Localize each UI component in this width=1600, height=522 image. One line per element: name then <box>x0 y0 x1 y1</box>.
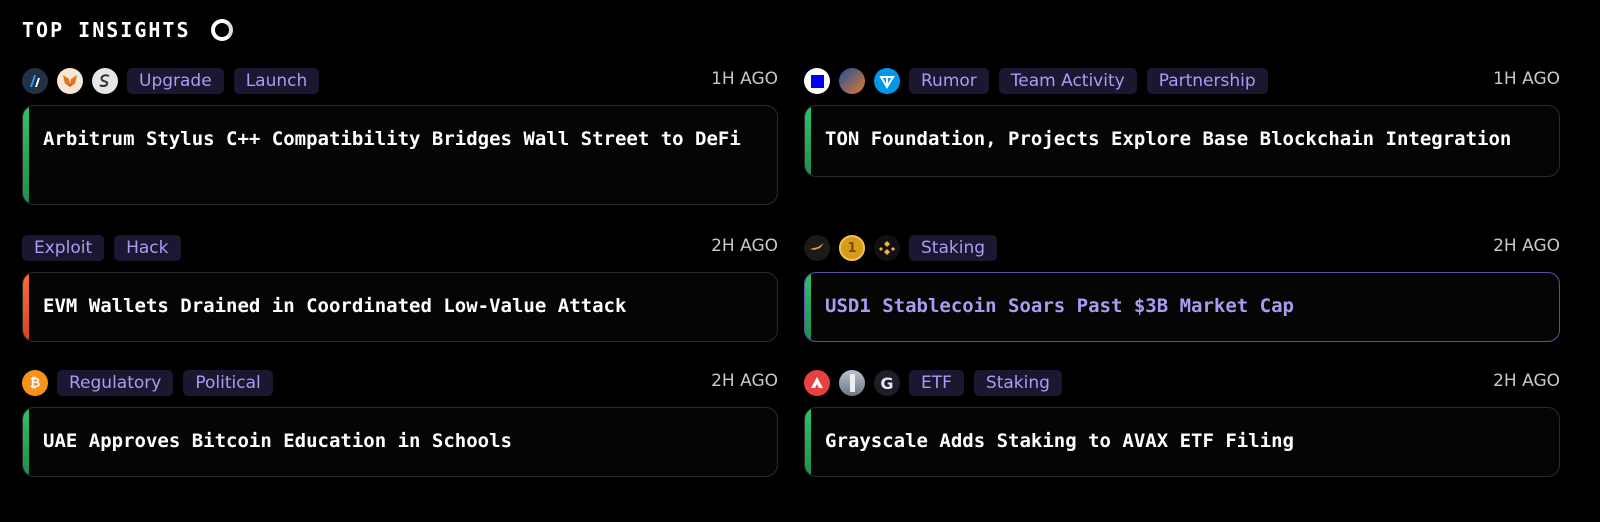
timestamp: 2H AGO <box>1493 371 1560 391</box>
tag[interactable]: Regulatory <box>57 370 174 396</box>
insight-headline: USD1 Stablecoin Soars Past $3B Market Ca… <box>825 295 1294 317</box>
tag[interactable]: Upgrade <box>127 68 224 94</box>
insight-card[interactable]: Grayscale Adds Staking to AVAX ETF Filin… <box>804 407 1560 477</box>
insight-headline: Arbitrum Stylus C++ Compatibility Bridge… <box>43 128 741 150</box>
metamask-icon <box>57 68 83 94</box>
timestamp: 2H AGO <box>711 236 778 256</box>
tag[interactable]: Political <box>183 370 273 396</box>
tag[interactable]: ETF <box>909 370 964 396</box>
insight-headline: UAE Approves Bitcoin Education in School… <box>43 430 512 452</box>
sentiment-bar <box>805 273 811 341</box>
insight-meta: Exploit Hack 2H AGO <box>22 234 778 262</box>
insight-card[interactable]: EVM Wallets Drained in Coordinated Low-V… <box>22 272 778 342</box>
sentiment-bar <box>23 408 29 476</box>
sentiment-bar <box>23 273 29 341</box>
arbitrum-icon <box>22 68 48 94</box>
insight-card[interactable]: Arbitrum Stylus C++ Compatibility Bridge… <box>22 105 778 205</box>
blue-square-icon <box>804 68 830 94</box>
insight-headline: TON Foundation, Projects Explore Base Bl… <box>825 128 1512 150</box>
tag[interactable]: Team Activity <box>998 68 1137 94</box>
sonic-icon <box>92 68 118 94</box>
timestamp: 2H AGO <box>1493 236 1560 256</box>
insight-meta: ₿ Regulatory Political 2H AGO <box>22 369 778 397</box>
ton-icon <box>874 68 900 94</box>
insight-card[interactable]: UAE Approves Bitcoin Education in School… <box>22 407 778 477</box>
insight-item: Exploit Hack 2H AGO EVM Wallets Drained … <box>22 234 778 342</box>
usd1-icon: 1 <box>839 235 865 261</box>
tag[interactable]: Staking <box>973 370 1062 396</box>
bitcoin-icon: ₿ <box>22 370 48 396</box>
insight-meta: G ETF Staking 2H AGO <box>804 369 1560 397</box>
insight-card[interactable]: TON Foundation, Projects Explore Base Bl… <box>804 105 1560 177</box>
insight-item: 1 Staking 2H AGO USD1 Stablecoin Soars P… <box>804 234 1560 342</box>
insight-meta: 1 Staking 2H AGO <box>804 234 1560 262</box>
timestamp: 1H AGO <box>1493 69 1560 89</box>
insight-headline: Grayscale Adds Staking to AVAX ETF Filin… <box>825 430 1294 452</box>
insight-headline: EVM Wallets Drained in Coordinated Low-V… <box>43 295 627 317</box>
avatar-icon <box>839 68 865 94</box>
insight-item: Rumor Team Activity Partnership 1H AGO T… <box>804 67 1560 177</box>
tower-icon <box>839 370 865 396</box>
tag[interactable]: Rumor <box>909 68 989 94</box>
bird-icon <box>804 235 830 261</box>
timestamp: 1H AGO <box>711 69 778 89</box>
sentiment-bar <box>23 106 29 204</box>
timestamp: 2H AGO <box>711 371 778 391</box>
insight-meta: Upgrade Launch 1H AGO <box>22 67 778 95</box>
insight-meta: Rumor Team Activity Partnership 1H AGO <box>804 67 1560 95</box>
sentiment-bar <box>805 106 811 176</box>
insight-item: ₿ Regulatory Political 2H AGO UAE Approv… <box>22 369 778 477</box>
tag[interactable]: Hack <box>114 235 181 261</box>
insight-item: Upgrade Launch 1H AGO Arbitrum Stylus C+… <box>22 67 778 205</box>
avalanche-icon <box>804 370 830 396</box>
section-header: TOP INSIGHTS <box>22 18 233 42</box>
sentiment-bar <box>805 408 811 476</box>
insight-card[interactable]: USD1 Stablecoin Soars Past $3B Market Ca… <box>804 272 1560 342</box>
tag[interactable]: Exploit <box>22 235 105 261</box>
tag[interactable]: Staking <box>909 235 998 261</box>
tag[interactable]: Partnership <box>1146 68 1268 94</box>
loading-spinner-icon <box>210 19 233 41</box>
section-title: TOP INSIGHTS <box>22 18 191 42</box>
insight-item: G ETF Staking 2H AGO Grayscale Adds Stak… <box>804 369 1560 477</box>
tag[interactable]: Launch <box>233 68 320 94</box>
bnb-icon <box>874 235 900 261</box>
grayscale-icon: G <box>874 370 900 396</box>
